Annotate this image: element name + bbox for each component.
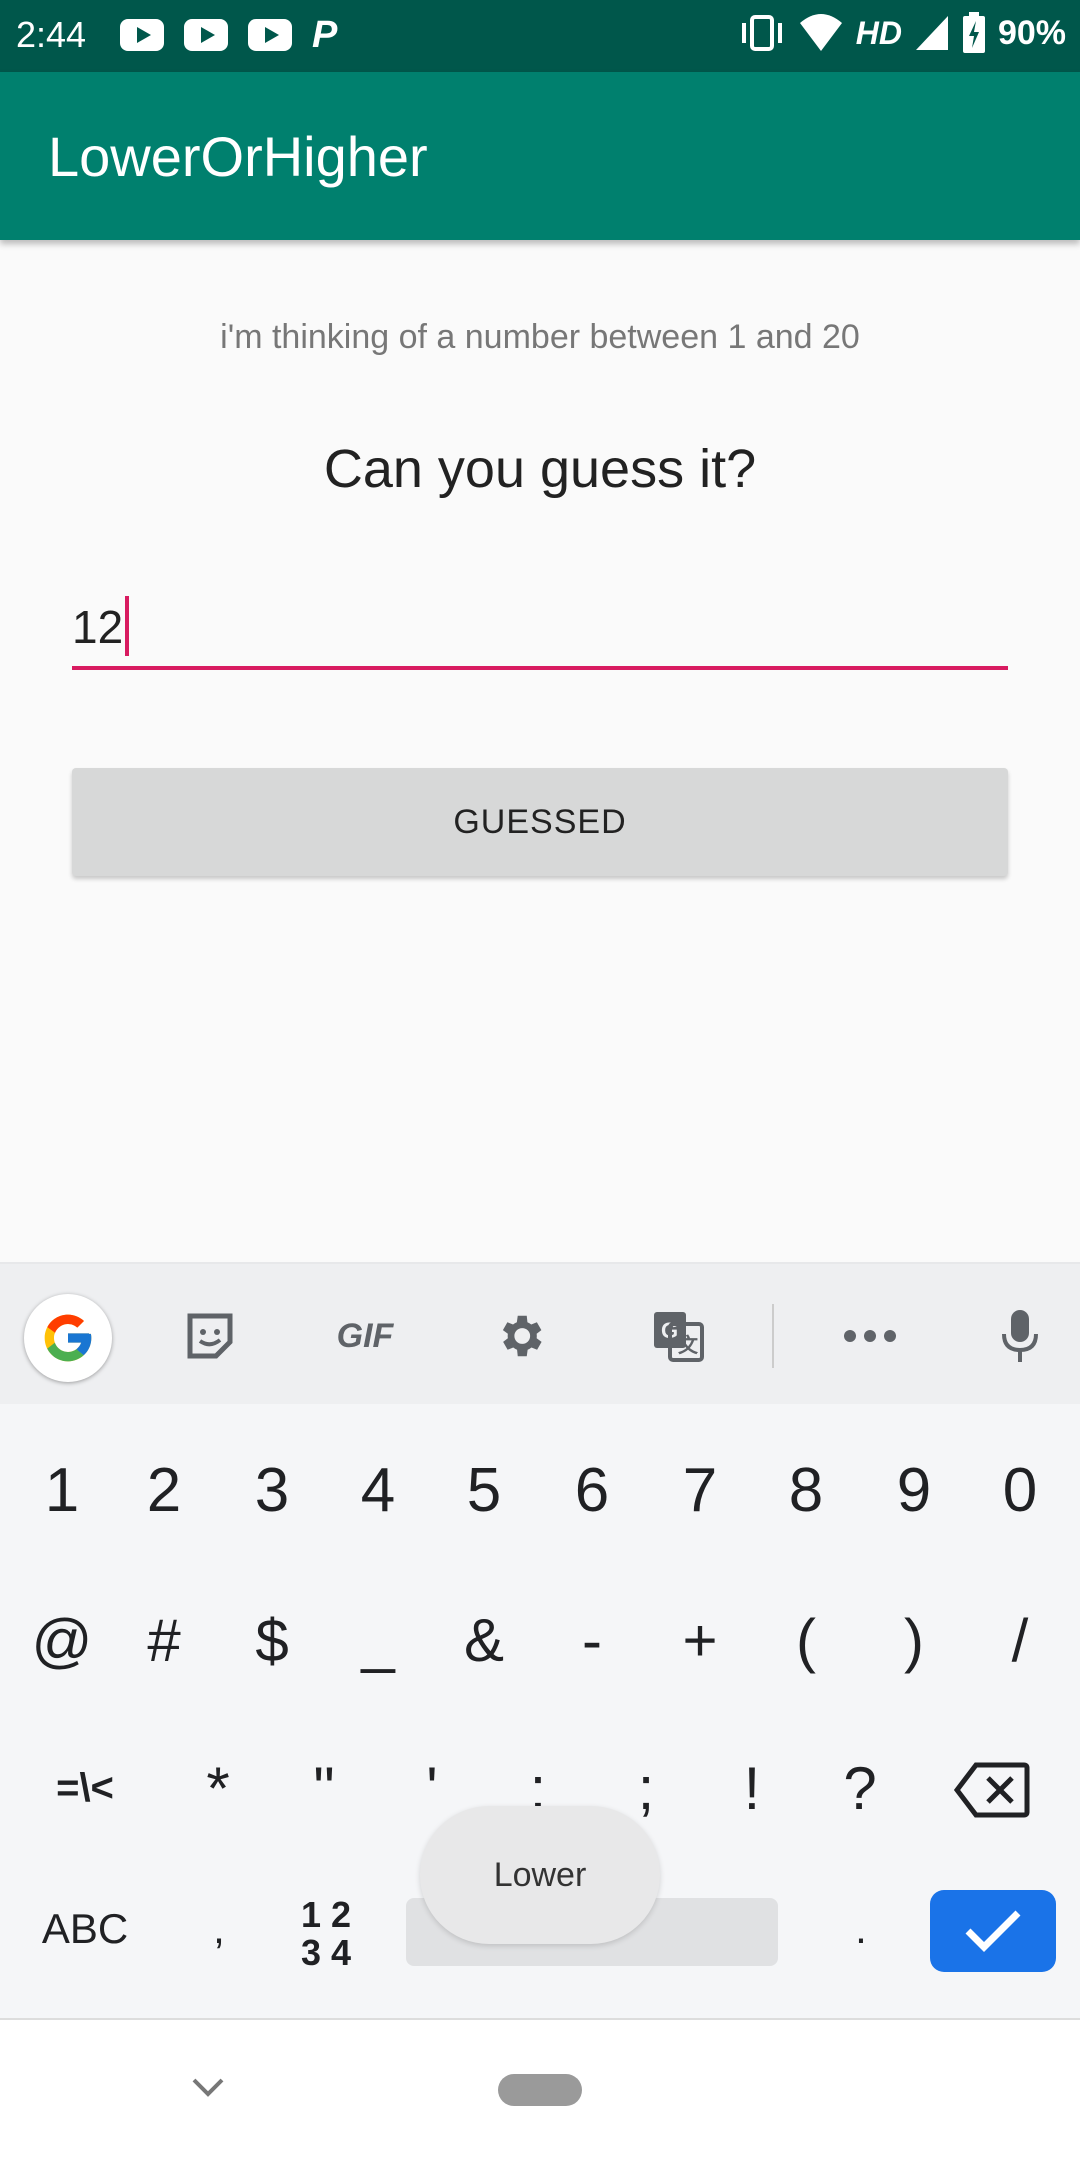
key-abc[interactable]: ABC — [30, 1884, 140, 1974]
check-icon — [965, 1910, 1021, 1952]
guessed-button[interactable]: GUESSED — [72, 768, 1008, 876]
toolbar-divider — [772, 1304, 774, 1368]
key-numpad-toggle[interactable]: 1 2 3 4 — [286, 1884, 366, 1984]
key-8[interactable]: 8 — [764, 1440, 848, 1540]
key-minus[interactable]: - — [550, 1590, 634, 1690]
key-4[interactable]: 4 — [336, 1440, 420, 1540]
key-at[interactable]: @ — [20, 1590, 104, 1690]
battery-percent: 90% — [997, 13, 1066, 52]
guess-input[interactable]: 12 — [72, 586, 1008, 670]
vibrate-icon — [741, 15, 782, 51]
p-app-icon: P — [312, 14, 338, 56]
key-0[interactable]: 0 — [978, 1440, 1062, 1540]
keyboard-toolbar: GIF G文 — [0, 1264, 1080, 1404]
key-9[interactable]: 9 — [872, 1440, 956, 1540]
network-type: HD — [855, 14, 902, 51]
youtube-icon — [184, 19, 228, 51]
clock: 2:44 — [16, 14, 87, 55]
key-period[interactable]: . — [826, 1884, 896, 1974]
enter-button[interactable] — [930, 1890, 1056, 1972]
sticker-icon[interactable] — [180, 1300, 240, 1372]
system-icons: HD 90% — [738, 12, 1066, 54]
key-3[interactable]: 3 — [230, 1440, 314, 1540]
wifi-icon — [799, 14, 842, 51]
app-title: LowerOrHigher — [48, 125, 428, 188]
app-bar: LowerOrHigher — [0, 72, 1080, 240]
gif-button[interactable]: GIF — [320, 1300, 410, 1372]
battery-charging-icon — [962, 12, 985, 53]
key-5[interactable]: 5 — [442, 1440, 526, 1540]
key-question[interactable]: ? — [818, 1738, 902, 1838]
key-comma[interactable]: , — [184, 1884, 254, 1974]
home-pill[interactable] — [498, 2074, 582, 2106]
navigation-bar — [0, 2018, 1080, 2160]
key-hash[interactable]: # — [122, 1590, 206, 1690]
youtube-icon — [120, 19, 164, 51]
key-more-symbols[interactable]: =\< — [30, 1738, 140, 1838]
mic-icon[interactable] — [990, 1300, 1050, 1372]
status-bar: 2:44 P HD 90% — [0, 0, 1080, 72]
settings-icon[interactable] — [490, 1300, 550, 1372]
text-cursor — [125, 595, 130, 656]
hint-text: i'm thinking of a number between 1 and 2… — [220, 318, 860, 356]
key-plus[interactable]: + — [658, 1590, 742, 1690]
toast-message: Lower — [420, 1806, 660, 1944]
key-1[interactable]: 1 — [20, 1440, 104, 1540]
youtube-icon — [248, 19, 292, 51]
translate-icon[interactable]: G文 — [648, 1300, 708, 1372]
key-dollar[interactable]: $ — [230, 1590, 314, 1690]
question-text: Can you guess it? — [323, 439, 757, 499]
chevron-down-icon[interactable] — [190, 2076, 226, 2100]
key-6[interactable]: 6 — [550, 1440, 634, 1540]
numpad-toggle-top: 1 2 — [300, 1894, 352, 1935]
key-asterisk[interactable]: * — [176, 1738, 260, 1838]
key-ampersand[interactable]: & — [442, 1590, 526, 1690]
key-close-paren[interactable]: ) — [872, 1590, 956, 1690]
notification-icons: P — [120, 14, 338, 56]
svg-text:文: 文 — [678, 1333, 699, 1357]
google-icon[interactable] — [24, 1294, 112, 1382]
key-slash[interactable]: / — [978, 1590, 1062, 1690]
key-7[interactable]: 7 — [658, 1440, 742, 1540]
signal-icon — [915, 16, 948, 50]
key-2[interactable]: 2 — [122, 1440, 206, 1540]
numpad-toggle-bottom: 3 4 — [300, 1932, 352, 1973]
backspace-icon[interactable] — [950, 1748, 1034, 1832]
key-double-quote[interactable]: " — [282, 1738, 366, 1838]
more-icon[interactable] — [840, 1300, 900, 1372]
key-open-paren[interactable]: ( — [764, 1590, 848, 1690]
key-underscore[interactable]: _ — [336, 1590, 420, 1690]
key-exclamation[interactable]: ! — [710, 1738, 794, 1838]
guess-input-value[interactable]: 12 — [72, 595, 130, 656]
